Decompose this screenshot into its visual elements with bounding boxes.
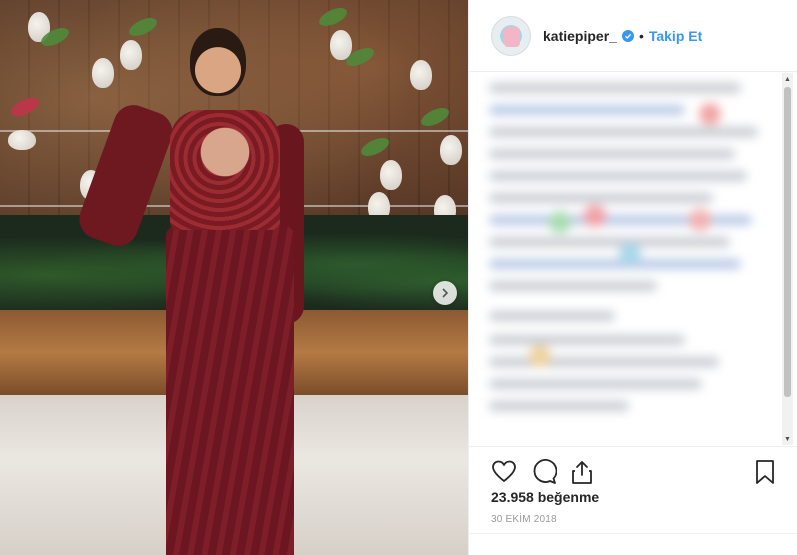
comment-icon[interactable] [531, 459, 557, 485]
post-photo[interactable] [0, 0, 468, 555]
comments-scrollbar[interactable]: ▲ ▼ [782, 73, 793, 445]
woman-in-red-gown [73, 28, 308, 555]
comments-list[interactable] [469, 73, 797, 445]
hanging-pot [440, 135, 462, 165]
scroll-thumb[interactable] [784, 87, 791, 397]
share-icon[interactable] [569, 459, 595, 485]
instagram-post: katiepiper_ • Takip Et ▲ ▼ 23.958 beğenm… [0, 0, 797, 555]
chevron-right-icon [442, 288, 449, 298]
hanging-pot [380, 160, 402, 190]
divider [469, 533, 797, 534]
hanging-pot [8, 130, 36, 150]
post-header: katiepiper_ • Takip Et [469, 0, 797, 72]
figure-head [190, 28, 246, 96]
blurred-caption [489, 83, 769, 443]
header-separator: • [638, 27, 644, 44]
carousel-next-button[interactable] [433, 281, 457, 305]
post-side-panel: katiepiper_ • Takip Et ▲ ▼ 23.958 beğenm… [468, 0, 797, 555]
scroll-down-arrow-icon[interactable]: ▼ [782, 433, 793, 445]
username-link[interactable]: katiepiper_ [543, 28, 617, 44]
bookmark-icon[interactable] [752, 459, 778, 485]
figure-bodice [170, 110, 280, 230]
figure-gown [166, 226, 294, 555]
heart-icon[interactable] [491, 459, 517, 485]
likes-count[interactable]: 23.958 beğenme [491, 489, 599, 505]
follow-button[interactable]: Takip Et [649, 28, 702, 44]
avatar[interactable] [491, 15, 531, 56]
scroll-up-arrow-icon[interactable]: ▲ [782, 73, 793, 85]
post-date[interactable]: 30 EKİM 2018 [491, 514, 557, 525]
hanging-pot [410, 60, 432, 90]
verified-badge-icon [621, 29, 634, 42]
